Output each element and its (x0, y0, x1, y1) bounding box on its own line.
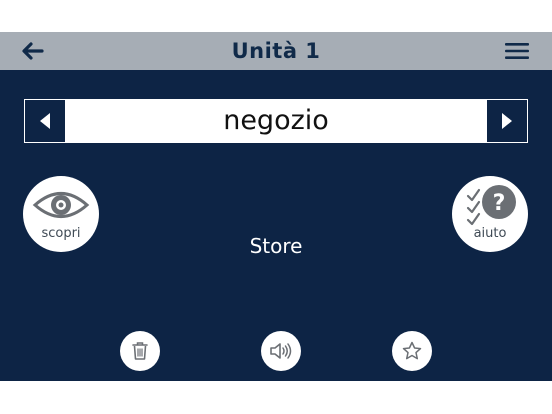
star-icon (402, 341, 422, 360)
flashcard-area: negozio scopri Store ? aiuto (0, 70, 552, 381)
trash-icon (132, 342, 148, 360)
word-bar: negozio (24, 99, 528, 143)
previous-word-button[interactable] (25, 100, 65, 142)
delete-button[interactable] (120, 331, 160, 371)
page-title: Unità 1 (231, 39, 321, 63)
bottom-strip (0, 381, 552, 414)
next-word-button[interactable] (487, 100, 527, 142)
hamburger-menu-icon (505, 43, 529, 59)
speaker-icon (270, 343, 292, 359)
triangle-left-icon (40, 113, 50, 129)
help-button[interactable]: ? aiuto (452, 176, 528, 252)
menu-button[interactable] (504, 41, 530, 61)
back-button[interactable] (20, 40, 46, 62)
play-audio-button[interactable] (261, 331, 301, 371)
checklist-question-icon: ? (466, 185, 516, 226)
arrow-left-icon (22, 42, 44, 60)
triangle-right-icon (502, 113, 512, 129)
eye-icon (32, 192, 90, 218)
app-header: Unità 1 (0, 32, 552, 70)
flashcard-word: negozio (223, 104, 329, 136)
help-label: aiuto (473, 226, 507, 241)
favorite-button[interactable] (392, 331, 432, 371)
svg-text:?: ? (493, 191, 506, 216)
top-strip (0, 0, 552, 32)
